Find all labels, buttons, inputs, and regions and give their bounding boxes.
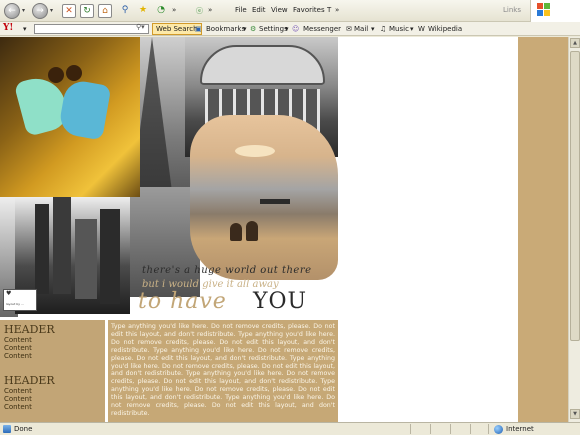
vertical-scrollbar[interactable]: ▲ ▼ (568, 37, 580, 422)
menu-file[interactable]: File (235, 6, 247, 14)
music-icon: ♫ (380, 25, 387, 33)
search-icon[interactable]: ⚲▾ (136, 23, 145, 31)
yahoo-dropdown-icon[interactable]: ▾ (23, 25, 27, 33)
collage-banner: ♥ layout by ... there's a huge world out… (0, 37, 338, 320)
sidebar-header-2: HEADER (4, 374, 55, 387)
messenger-icon: ☺ (292, 25, 300, 33)
status-text: Done (14, 425, 33, 433)
page-right-band (518, 37, 568, 422)
bookmarks-dropdown-icon[interactable]: ▾ (243, 25, 247, 33)
messenger-button[interactable]: Messenger (303, 25, 341, 33)
favorites-star-icon[interactable]: ★ (136, 4, 150, 18)
wikipedia-icon: W (418, 25, 425, 33)
menu-overflow-icon[interactable]: » (335, 6, 339, 14)
mail-icon: ✉ (346, 25, 352, 33)
refresh-button[interactable]: ↻ (80, 4, 94, 18)
menu-edit[interactable]: Edit (252, 6, 266, 14)
sidebar-content-item: Content (4, 344, 32, 352)
history-icon[interactable]: ◔ (154, 4, 168, 18)
sidebar-content-item: Content (4, 387, 32, 395)
sidebar-content-item: Content (4, 352, 32, 360)
back-button[interactable]: ← (4, 3, 20, 19)
heart-icon: ♥ (6, 290, 12, 297)
scroll-up-button[interactable]: ▲ (570, 38, 580, 48)
quote-line-4: YOU (253, 289, 308, 314)
menu-tools[interactable]: T (327, 6, 331, 14)
yahoo-logo[interactable]: Y! (3, 23, 13, 33)
sidebar-content-item: Content (4, 336, 32, 344)
links-bar[interactable]: Links (503, 6, 521, 14)
settings-button[interactable]: Settings (259, 25, 288, 33)
sidebar-header-1: HEADER (4, 323, 55, 336)
sidebar-content-item: Content (4, 395, 32, 403)
music-dropdown-icon[interactable]: ▾ (410, 25, 414, 33)
swing-couple-photo (0, 37, 140, 197)
forward-dropdown-icon[interactable]: ▾ (50, 7, 53, 14)
mail-button[interactable]: Mail (354, 25, 368, 33)
bookmarks-button[interactable]: Bookmarks (206, 25, 245, 33)
music-button[interactable]: Music (389, 25, 409, 33)
scroll-down-button[interactable]: ▼ (570, 409, 580, 419)
bookmarks-icon: ▣ (195, 25, 202, 33)
status-bar: Done Internet (0, 422, 580, 435)
toolbar-overflow-icon[interactable]: » (172, 6, 176, 14)
scroll-thumb[interactable] (570, 51, 580, 341)
back-dropdown-icon[interactable]: ▾ (22, 7, 25, 14)
toolbar-overflow-icon-2[interactable]: » (208, 6, 212, 14)
quote-line-3: to have (138, 289, 227, 314)
stop-button[interactable]: ✕ (62, 4, 76, 18)
windows-logo-icon (530, 0, 580, 22)
browser-toolbar: ← ▾ → ▾ ✕ ↻ ⌂ ⚲ ★ ◔ » ⓔ » File Edit View… (0, 0, 580, 22)
sidebar-content-item: Content (4, 403, 32, 411)
home-button[interactable]: ⌂ (98, 4, 112, 18)
main-text-block: Type anything you'd like here. Do not re… (108, 320, 338, 422)
menu-view[interactable]: View (271, 6, 288, 14)
forward-button[interactable]: → (32, 3, 48, 19)
beach-couple-photo (190, 115, 338, 280)
internet-zone-icon (494, 425, 503, 434)
page-icon (3, 425, 11, 433)
menu-favorites[interactable]: Favorites (293, 6, 325, 14)
search-button[interactable]: ⚲ (118, 4, 132, 18)
settings-dropdown-icon[interactable]: ▾ (285, 25, 289, 33)
credit-badge: ♥ layout by ... (3, 289, 37, 311)
media-icon[interactable]: ⓔ (196, 6, 203, 16)
wikipedia-button[interactable]: Wikipedia (428, 25, 462, 33)
quote-line-1: there's a huge world out there (142, 265, 312, 276)
yahoo-search-input[interactable] (34, 24, 149, 34)
mail-dropdown-icon[interactable]: ▾ (371, 25, 375, 33)
settings-icon: ⚙ (250, 25, 257, 33)
yahoo-toolbar: Y! ▾ ⚲▾ Web Search ▣ Bookmarks ▾ ⚙ Setti… (0, 22, 580, 36)
security-zone-label: Internet (506, 425, 534, 433)
sidebar: HEADER Content Content Content HEADER Co… (0, 320, 105, 422)
